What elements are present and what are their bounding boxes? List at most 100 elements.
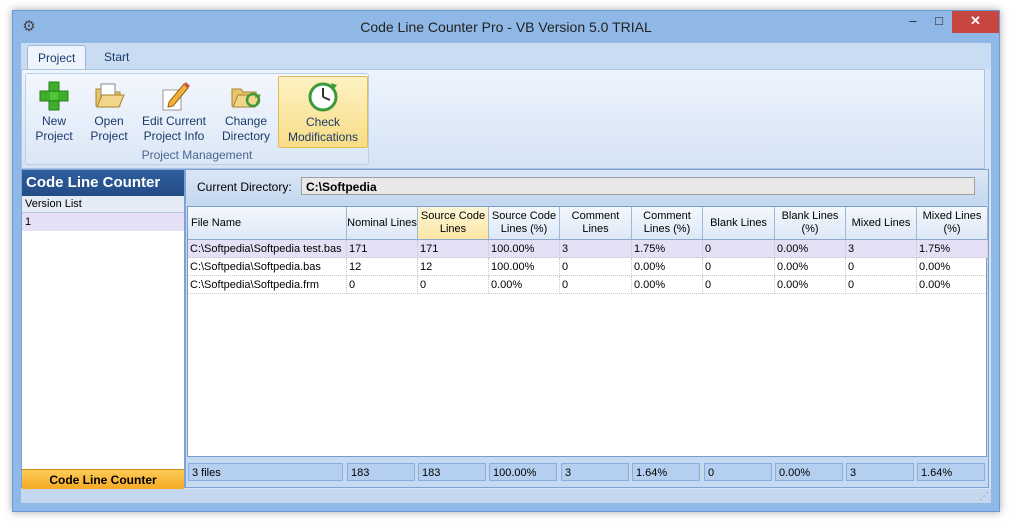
version-panel: Code Line Counter Version List 1 Code Li… bbox=[21, 169, 185, 490]
tab-start[interactable]: Start bbox=[94, 45, 139, 69]
client-area: Project Start New Project Open Project E… bbox=[21, 43, 991, 503]
cell-mixed-lines: 3 bbox=[846, 240, 917, 258]
cell-mixed-lines: 0 bbox=[846, 258, 917, 276]
open-project-label-2: Project bbox=[90, 129, 128, 143]
cell-source-code-pct: 0.00% bbox=[489, 276, 560, 294]
edit-project-label-1: Edit Current bbox=[141, 114, 207, 128]
table-row[interactable]: C:\Softpedia\Softpedia.frm 0 0 0.00% 0 0… bbox=[188, 276, 988, 294]
change-directory-label-2: Directory bbox=[221, 129, 270, 143]
status-bar: ⋰ bbox=[21, 489, 991, 503]
cell-mixed-pct: 0.00% bbox=[917, 258, 988, 276]
column-header-mixed-lines[interactable]: Mixed Lines bbox=[846, 207, 917, 239]
total-blank-lines: 0 bbox=[704, 463, 772, 481]
check-modifications-button[interactable]: Check Modifications bbox=[278, 76, 368, 148]
cell-mixed-lines: 0 bbox=[846, 276, 917, 294]
cell-source-code-lines: 12 bbox=[418, 258, 489, 276]
column-header-source-code-pct[interactable]: Source Code Lines (%) bbox=[489, 207, 560, 239]
title-bar[interactable]: ⚙ Code Line Counter Pro - VB Version 5.0… bbox=[13, 11, 999, 43]
edit-project-info-button[interactable]: Edit Current Project Info bbox=[138, 76, 210, 146]
cell-source-code-lines: 0 bbox=[418, 276, 489, 294]
cell-comment-lines: 3 bbox=[560, 240, 632, 258]
code-line-counter-panel-button[interactable]: Code Line Counter bbox=[22, 469, 184, 490]
cell-blank-pct: 0.00% bbox=[775, 276, 846, 294]
cell-comment-pct: 0.00% bbox=[632, 276, 703, 294]
cell-file-name: C:\Softpedia\Softpedia.frm bbox=[188, 276, 347, 294]
new-project-button[interactable]: New Project bbox=[28, 76, 80, 146]
results-grid[interactable]: File Name Nominal Lines Source Code Line… bbox=[187, 206, 988, 457]
check-modifications-label-1: Check bbox=[305, 115, 340, 129]
cell-comment-pct: 1.75% bbox=[632, 240, 703, 258]
cell-blank-pct: 0.00% bbox=[775, 258, 846, 276]
column-header-comment-pct[interactable]: Comment Lines (%) bbox=[632, 207, 703, 239]
minimize-button[interactable]: – bbox=[900, 11, 926, 33]
directory-bar: Current Directory: C:\Softpedia bbox=[186, 170, 988, 204]
tab-project[interactable]: Project bbox=[27, 45, 87, 70]
column-header-source-code-lines[interactable]: Source Code Lines bbox=[418, 207, 489, 239]
column-header-mixed-pct[interactable]: Mixed Lines (%) bbox=[917, 207, 988, 239]
column-header-blank-lines[interactable]: Blank Lines bbox=[703, 207, 775, 239]
total-mixed-lines: 3 bbox=[846, 463, 914, 481]
app-window: ⚙ Code Line Counter Pro - VB Version 5.0… bbox=[12, 10, 1000, 512]
total-source-code-lines: 183 bbox=[418, 463, 486, 481]
column-header-file-name[interactable]: File Name bbox=[188, 207, 347, 239]
cell-mixed-pct: 1.75% bbox=[917, 240, 988, 258]
edit-project-label-2: Project Info bbox=[143, 129, 205, 143]
total-nominal-lines: 183 bbox=[347, 463, 415, 481]
total-blank-pct: 0.00% bbox=[775, 463, 843, 481]
column-header-comment-lines[interactable]: Comment Lines bbox=[560, 207, 632, 239]
totals-row: 3 files 183 183 100.00% 3 1.64% 0 0.00% … bbox=[187, 460, 987, 484]
cell-source-code-pct: 100.00% bbox=[489, 240, 560, 258]
total-comment-lines: 3 bbox=[561, 463, 629, 481]
plus-icon bbox=[39, 81, 69, 111]
ribbon-group-label: Project Management bbox=[141, 148, 253, 162]
cell-source-code-lines: 171 bbox=[418, 240, 489, 258]
cell-file-name: C:\Softpedia\Softpedia.bas bbox=[188, 258, 347, 276]
cell-comment-pct: 0.00% bbox=[632, 258, 703, 276]
cell-mixed-pct: 0.00% bbox=[917, 276, 988, 294]
cell-comment-lines: 0 bbox=[560, 276, 632, 294]
open-project-button[interactable]: Open Project bbox=[82, 76, 136, 146]
total-files: 3 files bbox=[188, 463, 343, 481]
total-source-code-pct: 100.00% bbox=[489, 463, 557, 481]
open-project-label-1: Open bbox=[94, 114, 124, 128]
new-project-label-1: New bbox=[41, 114, 66, 128]
grid-header: File Name Nominal Lines Source Code Line… bbox=[188, 207, 988, 240]
maximize-button[interactable]: □ bbox=[926, 11, 952, 33]
version-list-item[interactable]: 1 bbox=[22, 213, 184, 231]
current-directory-label: Current Directory: bbox=[197, 180, 292, 194]
cell-nominal-lines: 0 bbox=[347, 276, 418, 294]
total-comment-pct: 1.64% bbox=[632, 463, 700, 481]
cell-file-name: C:\Softpedia\Softpedia test.bas bbox=[188, 240, 347, 258]
cell-comment-lines: 0 bbox=[560, 258, 632, 276]
cell-blank-lines: 0 bbox=[703, 240, 775, 258]
check-modifications-label-2: Modifications bbox=[287, 130, 359, 144]
ribbon-group-project-management: New Project Open Project Edit Current Pr… bbox=[25, 73, 369, 165]
results-panel: Current Directory: C:\Softpedia File Nam… bbox=[185, 169, 989, 488]
change-directory-label-1: Change bbox=[224, 114, 268, 128]
total-mixed-pct: 1.64% bbox=[917, 463, 985, 481]
change-directory-button[interactable]: Change Directory bbox=[212, 76, 280, 146]
new-project-label-2: Project bbox=[35, 129, 73, 143]
cell-nominal-lines: 171 bbox=[347, 240, 418, 258]
cell-nominal-lines: 12 bbox=[347, 258, 418, 276]
resize-grip-icon[interactable]: ⋰ bbox=[979, 491, 989, 502]
version-list-header: Version List bbox=[22, 196, 184, 213]
cell-blank-lines: 0 bbox=[703, 258, 775, 276]
ribbon-tabs: Project Start bbox=[21, 43, 991, 70]
close-button[interactable]: ✕ bbox=[952, 11, 999, 33]
table-row[interactable]: C:\Softpedia\Softpedia.bas 12 12 100.00%… bbox=[188, 258, 988, 276]
cell-blank-pct: 0.00% bbox=[775, 240, 846, 258]
table-row[interactable]: C:\Softpedia\Softpedia test.bas 171 171 … bbox=[188, 240, 988, 258]
column-header-blank-pct[interactable]: Blank Lines (%) bbox=[775, 207, 846, 239]
ribbon-panel: New Project Open Project Edit Current Pr… bbox=[21, 69, 985, 169]
cell-source-code-pct: 100.00% bbox=[489, 258, 560, 276]
clock-icon bbox=[308, 82, 338, 112]
window-title: Code Line Counter Pro - VB Version 5.0 T… bbox=[360, 19, 652, 35]
folder-refresh-icon bbox=[231, 88, 261, 108]
current-directory-field[interactable]: C:\Softpedia bbox=[301, 177, 975, 195]
version-panel-title: Code Line Counter bbox=[22, 170, 184, 196]
column-header-nominal-lines[interactable]: Nominal Lines bbox=[347, 207, 418, 239]
pencil-icon bbox=[162, 82, 190, 111]
cell-blank-lines: 0 bbox=[703, 276, 775, 294]
open-folder-icon bbox=[95, 83, 125, 108]
